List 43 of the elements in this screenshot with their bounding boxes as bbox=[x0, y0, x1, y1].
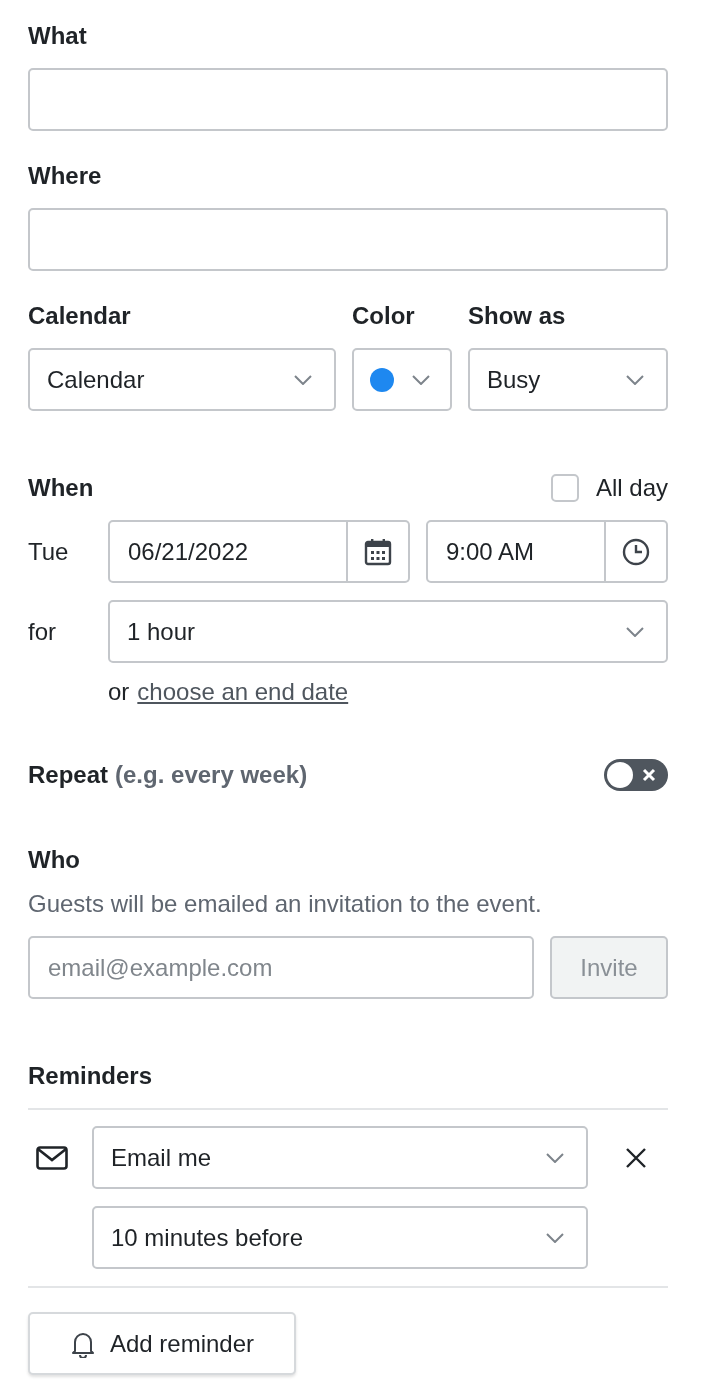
dropdown[interactable]: Busy bbox=[468, 348, 668, 411]
calendar-icon bbox=[364, 537, 392, 566]
color-dropdown[interactable] bbox=[352, 348, 452, 411]
duration-label: for bbox=[28, 617, 57, 646]
chevron-icon bbox=[626, 374, 644, 385]
mail-icon bbox=[36, 1145, 68, 1170]
text-field[interactable] bbox=[28, 208, 668, 271]
dropdown[interactable]: 1 hour bbox=[108, 600, 668, 663]
toggle-switch[interactable] bbox=[604, 759, 668, 791]
field-label: Color bbox=[352, 302, 416, 330]
field-label: Where bbox=[28, 162, 103, 190]
close-icon bbox=[624, 1145, 648, 1170]
checkbox[interactable] bbox=[550, 474, 579, 502]
field-label: When bbox=[28, 474, 94, 502]
chevron-icon bbox=[626, 626, 644, 637]
repeat-label: Repeat bbox=[28, 761, 109, 789]
checkbox-label: All day bbox=[595, 474, 668, 502]
day-label: Tue bbox=[28, 537, 70, 566]
chevron-icon bbox=[294, 374, 312, 385]
dropdown[interactable]: Email me bbox=[92, 1126, 588, 1189]
field-label: Show as bbox=[468, 302, 567, 330]
dropdown[interactable]: 10 minutes before bbox=[92, 1206, 588, 1269]
add-reminder-button[interactable]: Add reminder bbox=[28, 1312, 296, 1375]
text-field[interactable] bbox=[28, 68, 668, 131]
chevron-icon bbox=[412, 374, 430, 385]
remove-button[interactable] bbox=[624, 1145, 648, 1170]
email-field[interactable]: email@example.com bbox=[28, 936, 534, 999]
field-label: Calendar bbox=[28, 302, 132, 330]
clock-icon bbox=[622, 537, 650, 566]
field-label: Who bbox=[28, 846, 81, 874]
time-field[interactable]: 9:00 AM bbox=[426, 520, 606, 583]
chevron-icon bbox=[546, 1152, 564, 1163]
calendar-button[interactable] bbox=[348, 520, 410, 583]
or-text: or bbox=[108, 678, 130, 706]
repeat-hint: (e.g. every week) bbox=[115, 761, 308, 789]
dropdown[interactable]: Calendar bbox=[28, 348, 336, 411]
field-label: Reminders bbox=[28, 1062, 154, 1090]
chevron-icon bbox=[546, 1232, 564, 1243]
end-date-link[interactable]: choose an end date bbox=[137, 678, 349, 706]
guest-note: Guests will be emailed an invitation to the event. bbox=[28, 890, 543, 918]
date-field[interactable]: 06/21/2022 bbox=[108, 520, 348, 583]
field-label: What bbox=[28, 22, 88, 50]
clock-button[interactable] bbox=[606, 520, 668, 583]
